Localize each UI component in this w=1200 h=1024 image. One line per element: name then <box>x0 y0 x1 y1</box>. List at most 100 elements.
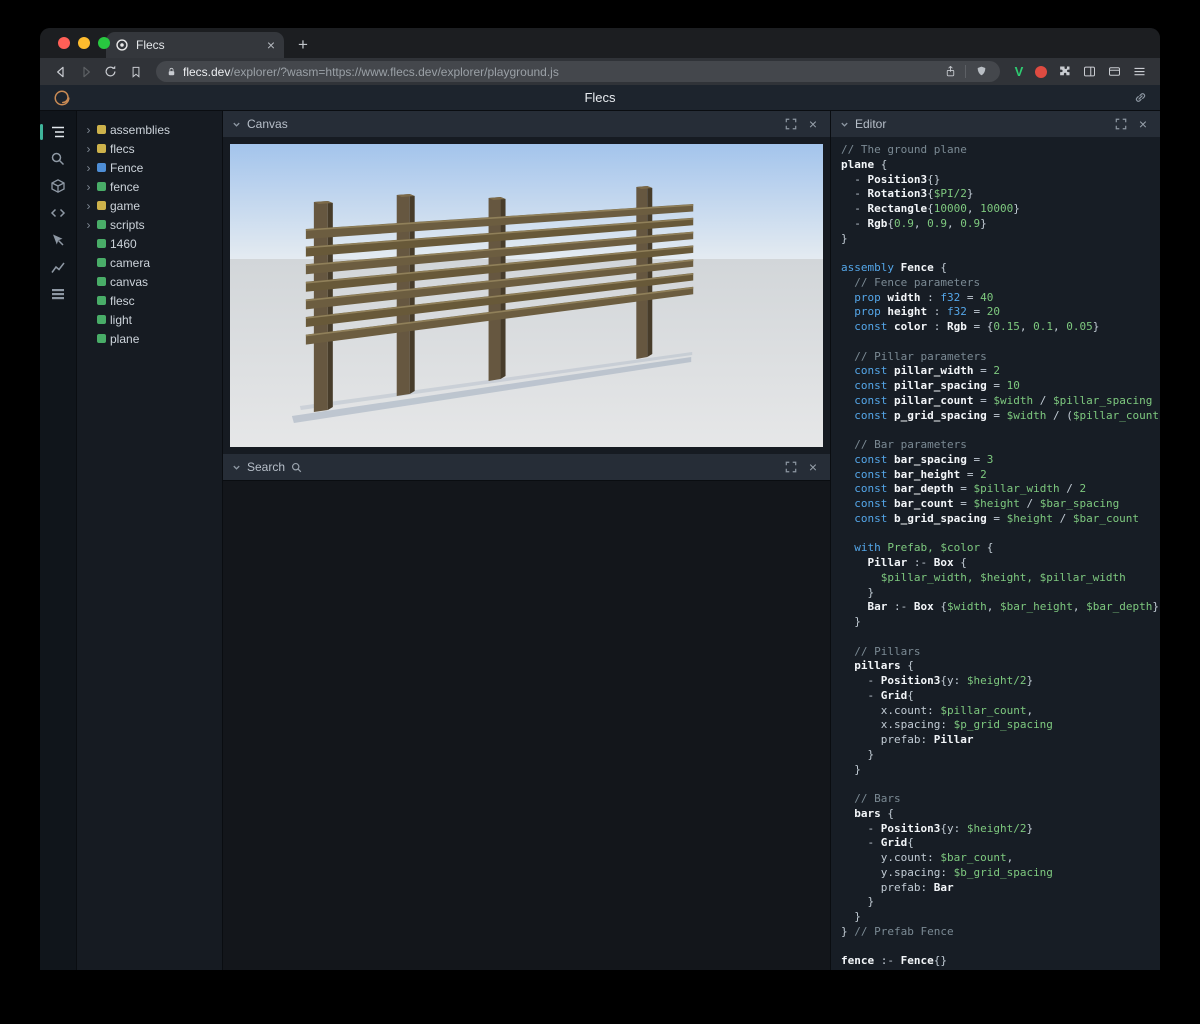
entity-color-square <box>97 163 106 172</box>
tree-item-Fence[interactable]: ›Fence <box>77 158 222 177</box>
expand-arrow-icon[interactable]: › <box>84 143 93 155</box>
entities-tree-icon[interactable] <box>50 124 66 140</box>
flecs-logo-icon <box>53 89 71 112</box>
code-line <box>841 940 1160 955</box>
collapse-chevron-icon[interactable] <box>232 463 241 472</box>
expand-arrow-icon[interactable]: › <box>84 219 93 231</box>
code-line: } <box>841 586 1160 601</box>
cube-icon[interactable] <box>50 178 66 194</box>
menu-icon[interactable] <box>1128 60 1151 83</box>
entity-color-square <box>97 239 106 248</box>
wallet-icon[interactable] <box>1103 60 1126 83</box>
tab-strip: Flecs × + <box>40 28 1160 58</box>
code-line: const p_grid_spacing = $width / ($pillar… <box>841 409 1160 424</box>
entity-color-square <box>97 258 106 267</box>
entity-label: flesc <box>110 294 135 308</box>
code-line: prefab: Bar <box>841 881 1160 896</box>
code-line: y.count: $bar_count, <box>841 851 1160 866</box>
lock-icon <box>166 66 177 78</box>
entity-color-square <box>97 334 106 343</box>
window-controls <box>58 37 110 49</box>
url-bar[interactable]: flecs.dev/explorer/?wasm=https://www.fle… <box>156 61 1000 82</box>
url-path: /explorer/?wasm=https://www.flecs.dev/ex… <box>230 65 558 79</box>
expand-arrow-icon[interactable]: › <box>84 181 93 193</box>
url-text: flecs.dev/explorer/?wasm=https://www.fle… <box>183 65 935 79</box>
code-line <box>841 246 1160 261</box>
tree-item-camera[interactable]: camera <box>77 253 222 272</box>
code-line: const pillar_width = 2 <box>841 364 1160 379</box>
code-line: y.spacing: $b_grid_spacing <box>841 866 1160 881</box>
search-results-area[interactable] <box>223 480 830 970</box>
tree-item-assemblies[interactable]: › assemblies <box>77 120 222 139</box>
code-line <box>841 630 1160 645</box>
code-line: - Position3{y: $height/2} <box>841 822 1160 837</box>
code-line: - Rectangle{10000, 10000} <box>841 202 1160 217</box>
zoom-window-button[interactable] <box>98 37 110 49</box>
tree-item-game[interactable]: ›game <box>77 196 222 215</box>
3d-viewport[interactable] <box>230 144 823 447</box>
code-line: bars { <box>841 807 1160 822</box>
extensions-puzzle-icon[interactable] <box>1053 60 1076 83</box>
expand-panel-icon[interactable] <box>783 116 799 132</box>
code-line: - Grid{ <box>841 689 1160 704</box>
code-line: Pillar :- Box { <box>841 556 1160 571</box>
vpn-extension-icon[interactable]: V <box>1009 60 1029 83</box>
search-panel-header: Search × <box>223 454 830 480</box>
tree-item-flesc[interactable]: flesc <box>77 291 222 310</box>
app-body: ›assemblies›flecs›Fence›fence›game›scrip… <box>40 111 1160 970</box>
entity-color-square <box>97 296 106 305</box>
collapse-chevron-icon[interactable] <box>840 120 849 129</box>
code-line: x.count: $pillar_count, <box>841 704 1160 719</box>
entity-label: scripts <box>110 218 145 232</box>
tree-item-flecs[interactable]: ›flecs <box>77 139 222 158</box>
entity-color-square <box>97 125 106 134</box>
brave-shield-icon[interactable] <box>972 60 990 83</box>
expand-panel-icon[interactable] <box>783 459 799 475</box>
collapse-chevron-icon[interactable] <box>232 120 241 129</box>
tab-close-icon[interactable]: × <box>267 38 275 52</box>
forward-button[interactable] <box>74 60 97 83</box>
entity-color-square <box>97 220 106 229</box>
reload-button[interactable] <box>99 60 122 83</box>
sidebar-toggle-icon[interactable] <box>1078 60 1101 83</box>
entity-label: fence <box>110 180 139 194</box>
expand-panel-icon[interactable] <box>1113 116 1129 132</box>
expand-arrow-icon[interactable]: › <box>84 124 93 136</box>
search-icon[interactable] <box>50 151 66 167</box>
tree-item-plane[interactable]: plane <box>77 329 222 348</box>
tree-item-light[interactable]: light <box>77 310 222 329</box>
chart-icon[interactable] <box>50 259 66 275</box>
code-line <box>841 423 1160 438</box>
share-link-icon[interactable] <box>1133 90 1148 110</box>
tab-favicon <box>115 38 129 52</box>
red-extension-icon[interactable] <box>1035 66 1047 78</box>
code-editor[interactable]: // The ground planeplane { - Position3{}… <box>831 137 1160 970</box>
entity-label: assemblies <box>110 123 170 137</box>
code-line: pillars { <box>841 659 1160 674</box>
code-icon[interactable] <box>50 205 66 221</box>
minimize-window-button[interactable] <box>78 37 90 49</box>
tree-item-canvas[interactable]: canvas <box>77 272 222 291</box>
inspect-cursor-icon[interactable] <box>50 232 66 248</box>
share-icon[interactable] <box>941 60 959 83</box>
expand-arrow-icon[interactable]: › <box>84 162 93 174</box>
bookmark-icon[interactable] <box>124 60 147 83</box>
tree-item-fence[interactable]: › fence <box>77 177 222 196</box>
editor-panel: Editor × // The ground planeplane { - Po… <box>830 111 1160 970</box>
close-window-button[interactable] <box>58 37 70 49</box>
code-line: prop height : f32 = 20 <box>841 305 1160 320</box>
close-panel-icon[interactable]: × <box>805 459 821 475</box>
tree-item-1460[interactable]: 1460 <box>77 234 222 253</box>
code-line: fence :- Fence{} <box>841 954 1160 969</box>
new-tab-button[interactable]: + <box>290 32 316 58</box>
code-line: const bar_depth = $pillar_width / 2 <box>841 482 1160 497</box>
tree-item-scripts[interactable]: › scripts <box>77 215 222 234</box>
browser-tab[interactable]: Flecs × <box>106 32 284 58</box>
browser-window: Flecs × + flecs.dev/explorer/?wasm=https… <box>40 28 1160 970</box>
expand-arrow-icon[interactable]: › <box>84 200 93 212</box>
close-panel-icon[interactable]: × <box>1135 116 1151 132</box>
rows-icon[interactable] <box>50 286 66 302</box>
back-button[interactable] <box>49 60 72 83</box>
entity-label: canvas <box>110 275 148 289</box>
close-panel-icon[interactable]: × <box>805 116 821 132</box>
